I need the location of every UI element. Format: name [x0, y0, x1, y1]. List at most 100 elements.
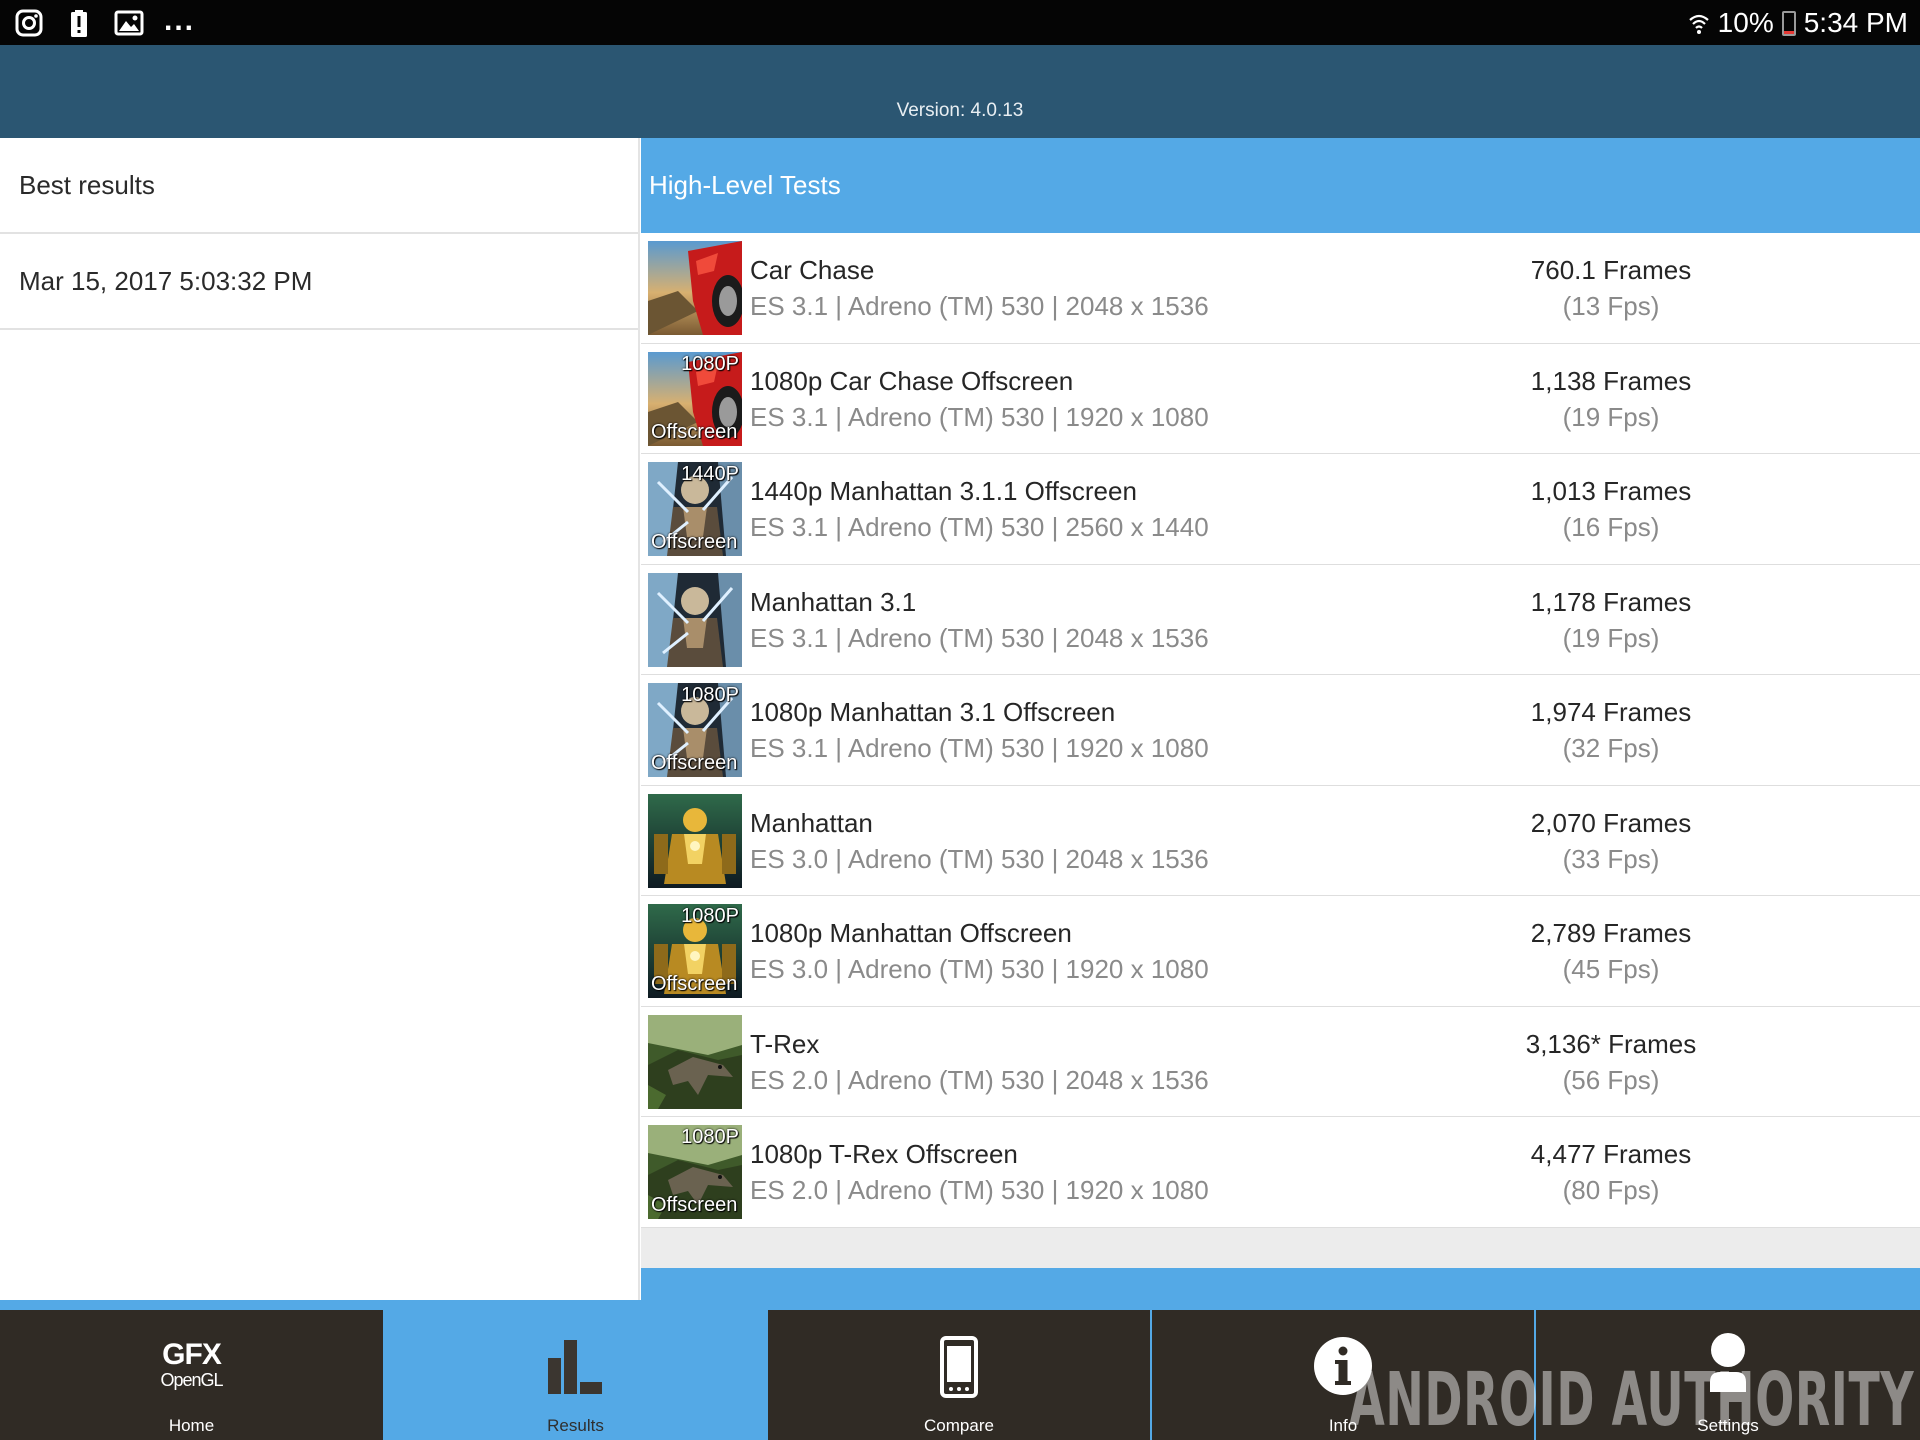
test-name: Manhattan — [750, 807, 873, 838]
test-name: 1080p Car Chase Offscreen — [750, 365, 1074, 396]
test-row[interactable]: T-Rex ES 2.0 | Adreno (TM) 530 | 2048 x 1… — [641, 1006, 1920, 1117]
nav-compare-label: Compare — [924, 1416, 994, 1435]
test-spec: ES 3.0 | Adreno (TM) 530 | 1920 x 1080 — [750, 954, 1209, 984]
test-name: T-Rex — [750, 1028, 820, 1059]
image-icon — [114, 10, 144, 36]
test-frames: 1,138 Frames — [1530, 365, 1692, 396]
bottom-navigation: GFX OpenGL Home Results Compare Info Set… — [0, 1300, 1920, 1440]
resolution-tag: 1080P — [681, 352, 739, 375]
trex-thumbnail-art — [648, 1014, 742, 1109]
test-name: 1080p T-Rex Offscreen — [750, 1139, 1018, 1169]
test-fps: (80 Fps) — [1562, 1175, 1660, 1205]
test-name: Car Chase — [750, 255, 875, 285]
more-notifications-indicator: ... — [164, 4, 196, 37]
test-frames: 1,974 Frames — [1530, 697, 1692, 727]
test-list: Car Chase ES 3.1 | Adreno (TM) 530 | 2048… — [641, 233, 1920, 1228]
bar-chart-icon — [547, 1340, 602, 1394]
phone-icon — [940, 1336, 978, 1398]
test-row[interactable]: 1080P Offscreen 1080p Manhattan Offscreen E… — [641, 896, 1920, 1007]
test-fps: (19 Fps) — [1562, 622, 1660, 653]
resolution-tag: 1080P — [681, 905, 739, 927]
car-chase-thumbnail-art — [648, 241, 742, 335]
nav-info-label: Info — [1328, 1416, 1358, 1435]
test-spec: ES 3.1 | Adreno (TM) 530 | 1920 x 1080 — [750, 733, 1209, 763]
test-thumbnail: 1440P Offscreen — [648, 462, 742, 556]
system-status: 10% 5:34 PM — [1688, 5, 1908, 41]
test-frames: 760.1 Frames — [1530, 255, 1692, 285]
manhattan31-thumbnail-art — [648, 572, 742, 667]
test-spec: ES 2.0 | Adreno (TM) 530 | 1920 x 1080 — [750, 1175, 1209, 1205]
test-fps: (16 Fps) — [1562, 512, 1660, 542]
test-row[interactable]: 1080P Offscreen 1080p T-Rex Offscreen ES 2.… — [641, 1117, 1920, 1228]
nav-compare[interactable]: Compare — [768, 1310, 1150, 1440]
resolution-tag: 1080P — [681, 684, 739, 706]
test-thumbnail: 1080P Offscreen — [648, 1125, 742, 1219]
nav-results[interactable]: Results — [385, 1310, 766, 1440]
result-session-item[interactable]: Mar 15, 2017 5:03:32 PM — [0, 234, 638, 330]
instagram-icon — [15, 9, 43, 37]
test-spec: ES 3.1 | Adreno (TM) 530 | 2048 x 1536 — [750, 291, 1209, 321]
clock: 5:34 PM — [1803, 7, 1908, 38]
wifi-icon — [1688, 14, 1709, 34]
test-thumbnail — [648, 241, 742, 335]
test-thumbnail: 1080P Offscreen — [648, 904, 742, 998]
battery-alert-icon — [71, 10, 87, 37]
nav-results-label: Results — [547, 1416, 604, 1435]
test-name: 1440p Manhattan 3.1.1 Offscreen — [750, 476, 1137, 506]
test-results-pane: High-Level Tests Car Chase ES 3.1 | Adren… — [641, 138, 1920, 1300]
offscreen-tag: Offscreen — [651, 752, 738, 774]
gfxbench-results-screen: ... 10% 5:34 PM Version: 4.0.13 Best res… — [0, 0, 1920, 1440]
test-spec: ES 3.1 | Adreno (TM) 530 | 1920 x 1080 — [750, 401, 1209, 432]
test-name: 1080p Manhattan Offscreen — [750, 918, 1072, 948]
test-row[interactable]: 1080P Offscreen 1080p Manhattan 3.1 Offscr… — [641, 675, 1920, 786]
resolution-tag: 1440P — [681, 463, 739, 485]
offscreen-tag: Offscreen — [651, 420, 738, 443]
test-thumbnail — [648, 1014, 742, 1109]
manhattan-thumbnail-art — [648, 793, 742, 888]
test-fps: (13 Fps) — [1562, 291, 1660, 321]
test-row[interactable]: Manhattan 3.1 ES 3.1 | Adreno (TM) 530 | … — [641, 564, 1920, 675]
test-thumbnail: 1080P Offscreen — [648, 683, 742, 777]
test-row[interactable]: Car Chase ES 3.1 | Adreno (TM) 530 | 2048… — [641, 233, 1920, 344]
nav-info[interactable]: Info — [1152, 1310, 1534, 1440]
gfx-logo-icon: GFX OpenGL — [160, 1338, 223, 1391]
test-thumbnail: 1080P Offscreen — [648, 351, 742, 446]
test-name: Manhattan 3.1 — [750, 586, 917, 617]
offscreen-tag: Offscreen — [651, 531, 738, 553]
best-results-item[interactable]: Best results — [0, 138, 638, 234]
test-frames: 1,013 Frames — [1530, 476, 1692, 506]
test-thumbnail — [648, 572, 742, 667]
test-fps: (45 Fps) — [1562, 954, 1660, 984]
resolution-tag: 1080P — [681, 1126, 739, 1148]
nav-settings-label: Settings — [1697, 1416, 1759, 1435]
test-spec: ES 2.0 | Adreno (TM) 530 | 2048 x 1536 — [750, 1064, 1209, 1095]
test-row[interactable]: 1440P Offscreen 1440p Manhattan 3.1.1 Offs… — [641, 454, 1920, 565]
status-bar: ... 10% 5:34 PM — [0, 0, 1920, 45]
notification-icons: ... — [14, 4, 196, 39]
test-fps: (56 Fps) — [1562, 1064, 1660, 1095]
test-thumbnail — [648, 793, 742, 888]
test-fps: (19 Fps) — [1562, 401, 1660, 432]
nav-settings[interactable]: Settings — [1536, 1310, 1920, 1440]
test-fps: (33 Fps) — [1562, 843, 1660, 874]
battery-level — [1783, 31, 1794, 34]
battery-percent: 10% — [1717, 7, 1774, 38]
test-frames: 2,789 Frames — [1530, 918, 1692, 948]
battery-icon — [1781, 10, 1796, 36]
offscreen-tag: Offscreen — [651, 973, 738, 995]
offscreen-tag: Offscreen — [651, 1194, 738, 1216]
test-frames: 4,477 Frames — [1530, 1139, 1692, 1169]
test-row[interactable]: Manhattan ES 3.0 | Adreno (TM) 530 | 2048… — [641, 785, 1920, 896]
section-footer-bar — [641, 1268, 1920, 1300]
nav-home-label: Home — [168, 1416, 215, 1435]
version-label: Version: 4.0.13 — [896, 100, 1024, 121]
test-row[interactable]: 1080P Offscreen 1080p Car Chase Offscreen E… — [641, 343, 1920, 454]
test-spec: ES 3.0 | Adreno (TM) 530 | 2048 x 1536 — [750, 843, 1209, 874]
app-header: Version: 4.0.13 — [0, 45, 1920, 138]
results-list-pane: Best results Mar 15, 2017 5:03:32 PM — [0, 138, 640, 1300]
test-frames: 2,070 Frames — [1530, 807, 1692, 838]
nav-home[interactable]: GFX OpenGL Home — [0, 1310, 383, 1440]
test-spec: ES 3.1 | Adreno (TM) 530 | 2560 x 1440 — [750, 512, 1209, 542]
person-icon — [1710, 1333, 1746, 1392]
info-icon — [1314, 1337, 1372, 1395]
